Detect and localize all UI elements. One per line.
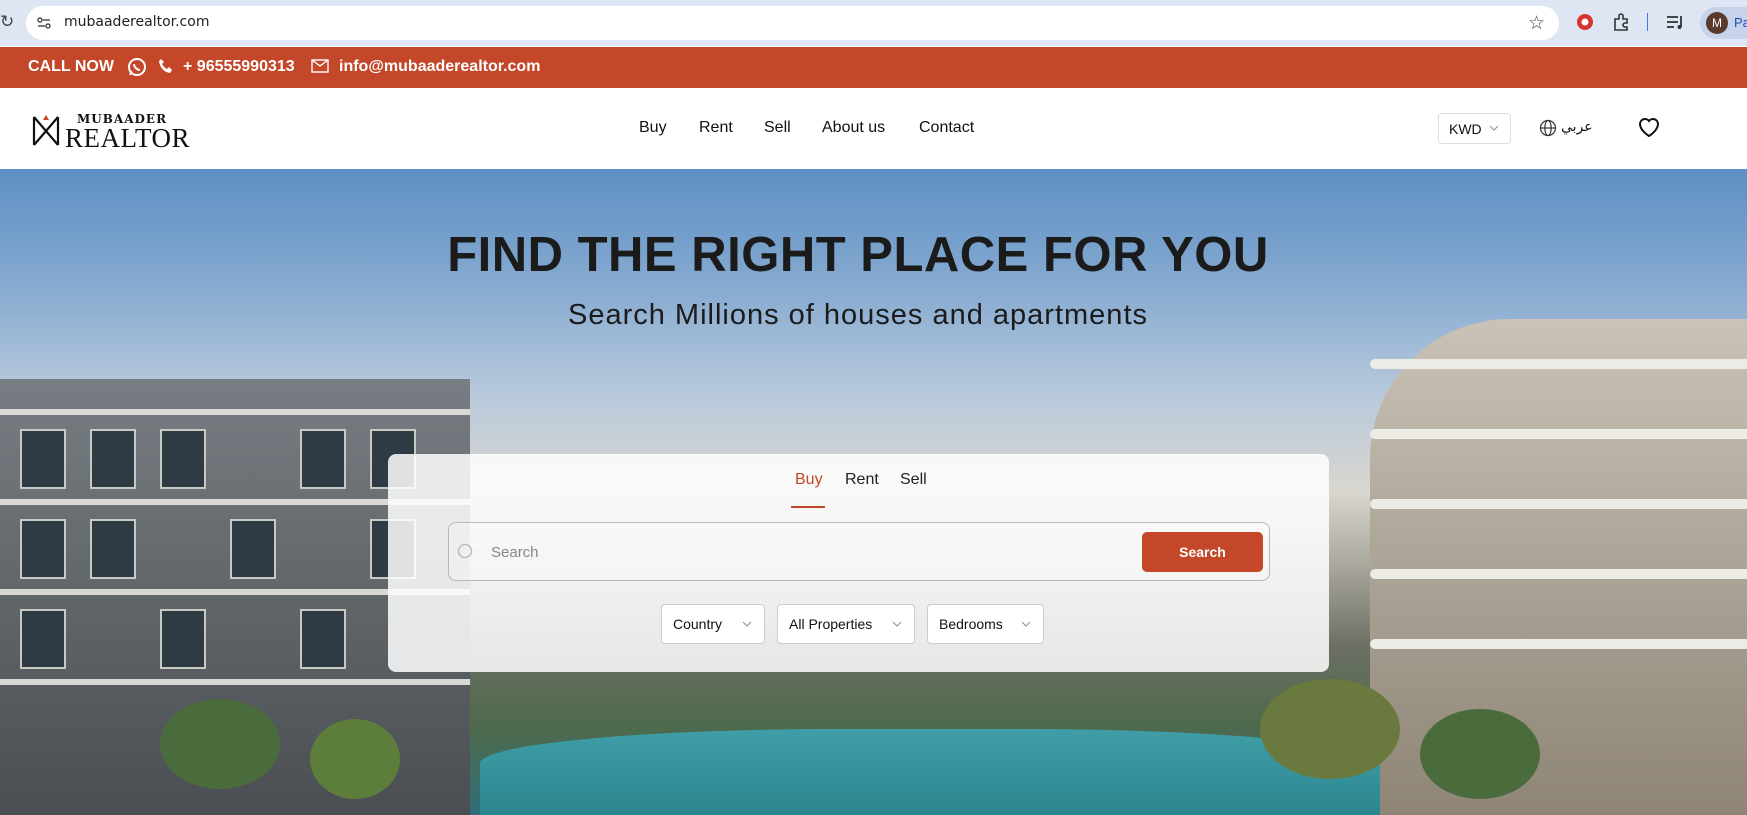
favorites-heart-icon[interactable]	[1637, 116, 1661, 138]
browser-toolbar: ↻ mubaaderealtor.com ☆ M Pa	[0, 0, 1747, 46]
country-dropdown-label: Country	[673, 616, 723, 632]
language-label: عربي	[1561, 119, 1593, 135]
logo-mark-icon	[32, 115, 60, 146]
site-info-icon[interactable]	[36, 15, 52, 31]
reload-icon[interactable]: ↻	[0, 12, 14, 32]
hero-section: FIND THE RIGHT PLACE FOR YOU Search Mill…	[0, 169, 1747, 815]
logo-text-bottom: REALTOR	[65, 123, 191, 153]
globe-icon	[1539, 119, 1557, 137]
site-header: MUBAADER REALTOR Buy Rent Sell About us …	[0, 88, 1747, 169]
search-icon	[457, 543, 473, 559]
tab-sell[interactable]: Sell	[900, 471, 927, 489]
bedrooms-dropdown-label: Bedrooms	[939, 616, 1003, 632]
tab-buy[interactable]: Buy	[795, 471, 823, 489]
country-dropdown[interactable]: Country	[661, 604, 765, 644]
chevron-down-icon	[1489, 125, 1499, 131]
chevron-down-icon	[1021, 621, 1031, 627]
search-button[interactable]: Search	[1142, 532, 1263, 572]
property-type-dropdown[interactable]: All Properties	[777, 604, 915, 644]
bookmark-star-icon[interactable]: ☆	[1528, 12, 1545, 35]
tab-rent[interactable]: Rent	[845, 471, 879, 489]
nav-about-us[interactable]: About us	[822, 119, 885, 137]
hero-subtitle: Search Millions of houses and apartments	[567, 299, 1148, 331]
chevron-down-icon	[742, 621, 752, 627]
search-panel: Buy Rent Sell Search Country All Propert…	[388, 454, 1329, 672]
profile-label: Pa	[1734, 15, 1747, 30]
nav-contact[interactable]: Contact	[919, 119, 974, 137]
contact-bar: CALL NOW + 96555990313 info@mubaaderealt…	[0, 47, 1747, 88]
extensions-puzzle-icon[interactable]	[1611, 11, 1633, 33]
nav-sell[interactable]: Sell	[764, 119, 791, 137]
active-tab-indicator	[791, 506, 825, 508]
search-box: Search	[448, 522, 1270, 581]
call-now-label: CALL NOW	[28, 58, 114, 75]
chevron-down-icon	[892, 621, 902, 627]
whatsapp-icon[interactable]	[127, 57, 147, 77]
email-link[interactable]: info@mubaaderealtor.com	[339, 58, 540, 76]
phone-number-link[interactable]: + 96555990313	[183, 58, 295, 76]
nav-buy[interactable]: Buy	[639, 119, 667, 137]
property-type-dropdown-label: All Properties	[789, 616, 873, 632]
toolbar-separator	[1647, 13, 1648, 31]
language-switcher[interactable]: عربي	[1539, 118, 1609, 140]
search-input[interactable]	[491, 535, 1091, 569]
media-queue-icon[interactable]	[1664, 11, 1686, 33]
url-text[interactable]: mubaaderealtor.com	[64, 14, 209, 30]
profile-button[interactable]: M Pa	[1700, 7, 1747, 39]
nav-rent[interactable]: Rent	[699, 119, 733, 137]
seo-extension-icon[interactable]	[1574, 11, 1596, 33]
site-logo[interactable]: MUBAADER REALTOR	[32, 111, 190, 153]
address-bar[interactable]: mubaaderealtor.com ☆	[26, 6, 1559, 40]
currency-value: KWD	[1449, 121, 1482, 137]
currency-select[interactable]: KWD	[1438, 113, 1511, 144]
mail-icon	[311, 59, 329, 73]
phone-icon	[159, 59, 172, 73]
bedrooms-dropdown[interactable]: Bedrooms	[927, 604, 1044, 644]
hero-title: FIND THE RIGHT PLACE FOR YOU	[447, 228, 1269, 282]
avatar: M	[1706, 12, 1728, 34]
